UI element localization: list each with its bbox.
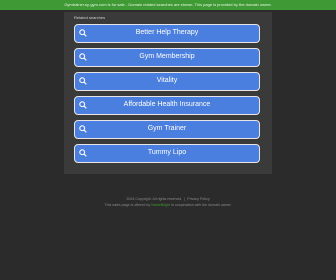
footer-copyright-row: 2024 Copyright. All rights reserved. | P…	[126, 197, 210, 201]
search-icon	[79, 29, 87, 37]
notice-suffix: in cooperation with the domain owner.	[171, 203, 232, 207]
search-link-tummy-lipo[interactable]: Tummy Lipo	[74, 144, 260, 163]
search-link-label: Affordable Health Insurance	[123, 101, 211, 108]
notice-prefix: This sales page is offered by	[104, 203, 151, 207]
search-link-gym-membership[interactable]: Gym Membership	[74, 48, 260, 67]
related-searches-panel: Related searches Better Help Therapy Gym…	[64, 12, 272, 174]
search-link-affordable-health-insurance[interactable]: Affordable Health Insurance	[74, 96, 260, 115]
search-icon	[79, 77, 87, 85]
notice-link[interactable]: NameBright	[151, 203, 170, 207]
search-link-vitality[interactable]: Vitality	[74, 72, 260, 91]
privacy-policy-link[interactable]: Privacy Policy	[187, 197, 209, 201]
footer-notice-row: This sales page is offered by NameBright…	[0, 203, 336, 207]
search-link-better-help-therapy[interactable]: Better Help Therapy	[74, 24, 260, 43]
search-link-label: Gym Membership	[139, 53, 195, 60]
search-icon	[79, 125, 87, 133]
panel-heading: Related searches	[74, 15, 106, 20]
search-link-label: Gym Trainer	[147, 125, 187, 132]
search-icon	[79, 101, 87, 109]
top-notice-banner: Gymtrainer.sy-gym.com is for sale - Doma…	[0, 0, 336, 10]
search-icon	[79, 149, 87, 157]
search-icon	[79, 53, 87, 61]
search-link-gym-trainer[interactable]: Gym Trainer	[74, 120, 260, 139]
search-link-label: Tummy Lipo	[147, 149, 187, 156]
search-link-label: Vitality	[156, 77, 178, 84]
search-link-label: Better Help Therapy	[135, 29, 199, 36]
copyright-text: 2024 Copyright. All rights reserved.	[126, 197, 183, 201]
